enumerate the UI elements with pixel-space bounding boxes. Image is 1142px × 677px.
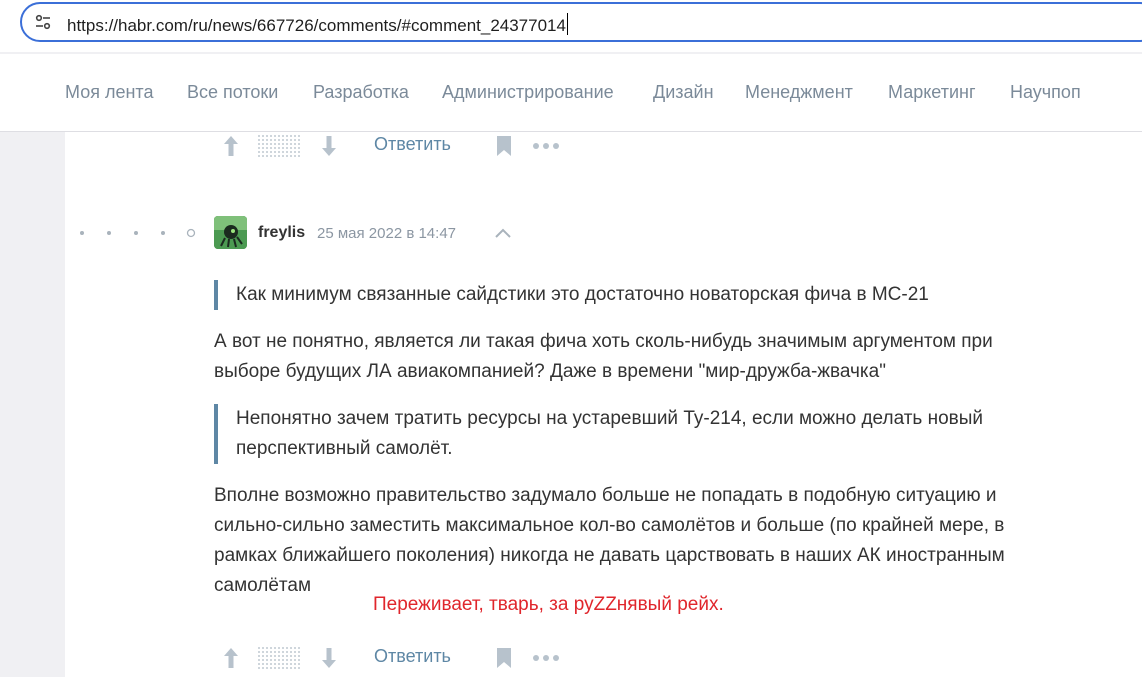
nav-item-administration[interactable]: Администрирование [442,82,614,103]
url-input[interactable]: https://habr.com/ru/news/667726/comments… [20,2,1142,42]
comment-datetime[interactable]: 25 мая 2022 в 14:47 [317,225,456,242]
hidden-score-icon [258,647,302,669]
arrow-down-icon[interactable] [320,134,338,158]
nav-item-my-feed[interactable]: Моя лента [65,82,153,103]
nav-item-development[interactable]: Разработка [313,82,409,103]
comment-author[interactable]: freylis [258,224,305,242]
nav-item-popsci[interactable]: Научпоп [1010,82,1081,103]
hidden-score-icon [258,135,302,157]
comment-paragraph: Вполне возможно правительство задумало б… [214,481,1005,601]
quote-text: Как минимум связанные сайдстики это дост… [236,284,929,305]
hub-navigation: Моя лента Все потоки Разработка Админист… [0,54,1142,132]
text-caret [566,13,568,35]
avatar-image [214,216,247,249]
paragraph-line: выборе будущих ЛА авиакомпанией? Даже в … [214,361,886,382]
comment-quote: Непонятно зачем тратить ресурсы на устар… [214,404,983,464]
arrow-up-icon[interactable] [222,134,240,158]
arrow-down-icon[interactable] [320,646,338,670]
nav-item-management[interactable]: Менеджмент [745,82,853,103]
arrow-up-icon[interactable] [222,646,240,670]
browser-address-bar: https://habr.com/ru/news/667726/comments… [0,0,1142,52]
quote-line: перспективный самолёт. [236,438,453,459]
quote-line: Непонятно зачем тратить ресурсы на устар… [236,408,984,429]
avatar[interactable] [214,216,247,249]
bookmark-icon[interactable] [495,135,513,157]
paragraph-line: рамках ближайшего поколения) никогда не … [214,545,1005,566]
bookmark-icon[interactable] [495,647,513,669]
reply-button[interactable]: Ответить [374,646,451,667]
tune-icon[interactable] [34,13,52,31]
reply-button[interactable]: Ответить [374,134,451,155]
paragraph-line: А вот не понятно, является ли такая фича… [214,331,993,352]
nav-item-design[interactable]: Дизайн [653,82,714,103]
more-options-icon[interactable] [532,142,560,150]
red-annotation: Переживает, тварь, за руZZнявый рейх. [373,594,724,615]
nav-item-all-flows[interactable]: Все потоки [187,82,278,103]
comment-actions: Ответить [218,643,578,673]
nav-item-marketing[interactable]: Маркетинг [888,82,976,103]
url-text[interactable]: https://habr.com/ru/news/667726/comments… [67,13,568,36]
paragraph-line: Вполне возможно правительство задумало б… [214,485,997,506]
comment-paragraph: А вот не понятно, является ли такая фича… [214,327,993,387]
paragraph-line: сильно-сильно заместить максимальное кол… [214,515,1005,536]
comment-quote: Как минимум связанные сайдстики это дост… [214,280,929,310]
more-options-icon[interactable] [532,654,560,662]
comment-actions-top: Ответить [218,131,578,161]
chevron-up-icon[interactable] [494,227,512,239]
thread-depth-indicator [80,228,196,238]
